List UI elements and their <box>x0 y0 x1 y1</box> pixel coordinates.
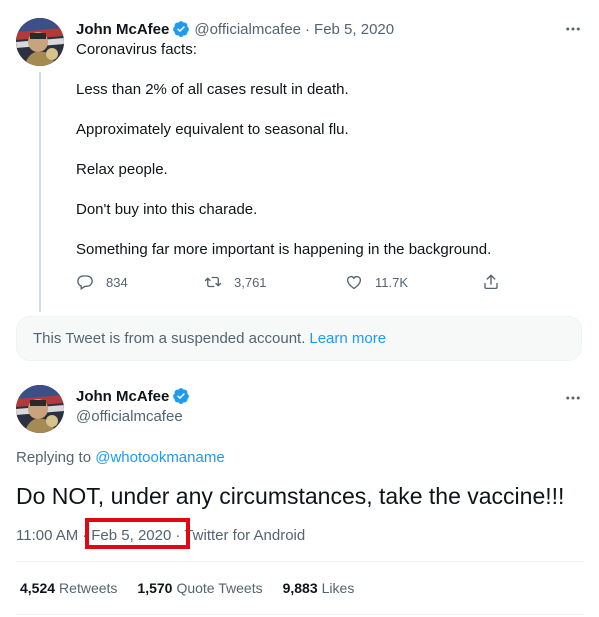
reply-button[interactable]: 834 <box>76 273 128 291</box>
quotes-count: 1,570 <box>137 580 173 596</box>
retweet-count: 3,761 <box>234 274 267 290</box>
share-button[interactable] <box>482 273 512 291</box>
replying-prefix: Replying to <box>16 449 92 466</box>
verified-badge-icon <box>173 388 190 404</box>
tweet2-author: John McAfee <box>76 387 194 405</box>
divider <box>16 561 583 562</box>
retweet-icon <box>204 276 222 288</box>
like-count: 11.7K <box>375 274 409 290</box>
tweet-date[interactable]: Feb 5, 2020 <box>314 21 394 38</box>
quote-tweets-stat[interactable]: 1,570 Quote Tweets <box>137 580 262 596</box>
tweet1-header: John McAfee @officialmcafee · Feb 5, 202… <box>76 18 394 40</box>
quotes-label: Quote Tweets <box>176 580 263 596</box>
tweet-line: Relax people. <box>76 161 168 178</box>
author-name[interactable]: John McAfee <box>76 388 169 405</box>
tweet-time[interactable]: 11:00 AM <box>16 527 78 544</box>
more-options-icon[interactable] <box>562 18 584 40</box>
likes-stat[interactable]: 9,883 Likes <box>283 580 355 596</box>
thread-line <box>39 72 41 312</box>
author-handle[interactable]: @officialmcafee <box>194 21 301 38</box>
retweets-label: Retweets <box>59 580 118 596</box>
tweet-source[interactable]: Twitter for Android <box>184 527 305 544</box>
suspended-text: This Tweet is from a suspended account. <box>33 330 306 347</box>
tweet-line: Less than 2% of all cases result in deat… <box>76 81 349 98</box>
tweet-stats: 4,524 Retweets 1,570 Quote Tweets 9,883 Lik… <box>20 578 374 598</box>
avatar[interactable] <box>16 385 64 433</box>
replying-to: Replying to @whotookmaname <box>16 449 225 466</box>
reply-count: 834 <box>106 274 128 290</box>
mention-link[interactable]: @whotookmaname <box>95 449 224 466</box>
likes-label: Likes <box>321 580 355 596</box>
tweet-text: Do NOT, under any circumstances, take th… <box>16 483 565 509</box>
heart-icon <box>346 275 362 290</box>
tweet-line: Something far more important is happenin… <box>76 241 492 258</box>
reply-icon <box>77 275 93 291</box>
author-name[interactable]: John McAfee <box>76 21 169 38</box>
verified-badge-icon <box>173 21 190 37</box>
divider <box>16 614 583 615</box>
retweets-stat[interactable]: 4,524 Retweets <box>20 580 117 596</box>
date-highlight-box <box>85 518 190 549</box>
like-button[interactable]: 11.7K <box>345 273 408 291</box>
likes-count: 9,883 <box>282 580 318 596</box>
separator-dot: · <box>305 20 311 38</box>
learn-more-link[interactable]: Learn more <box>309 330 386 347</box>
retweet-button[interactable]: 3,761 <box>204 273 267 291</box>
avatar[interactable] <box>16 18 64 66</box>
more-options-icon[interactable] <box>562 387 584 409</box>
tweet-line: Approximately equivalent to seasonal flu… <box>76 121 349 138</box>
tweet-line: Don't buy into this charade. <box>76 201 258 218</box>
share-icon <box>484 274 498 290</box>
tweet-line: Coronavirus facts: <box>76 41 197 58</box>
suspended-account-notice: This Tweet is from a suspended account. … <box>16 316 582 361</box>
author-handle[interactable]: @officialmcafee <box>76 408 183 425</box>
retweets-count: 4,524 <box>20 580 56 596</box>
tweet1-actions: 834 3,761 11.7K <box>76 273 506 295</box>
